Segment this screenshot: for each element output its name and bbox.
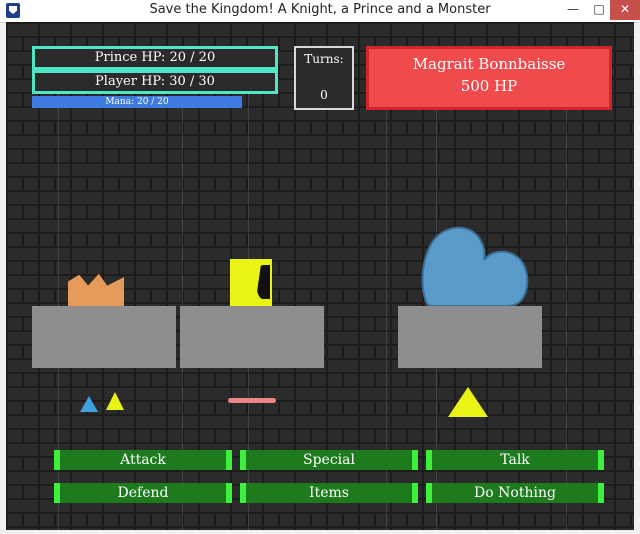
- crown-icon: [68, 273, 124, 306]
- pink-dash-icon: [228, 398, 276, 403]
- turns-value: 0: [320, 88, 328, 102]
- yellow-triangle-icon: [106, 392, 124, 410]
- game-canvas: Prince HP: 20 / 20 Player HP: 30 / 30 Ma…: [6, 22, 634, 530]
- boss-panel: Magrait Bonnbaisse 500 HP: [366, 46, 612, 110]
- monster-pedestal: [398, 306, 542, 368]
- blue-blob-icon: [421, 226, 529, 306]
- prince-pedestal: [32, 306, 176, 368]
- boss-hp: 500 HP: [460, 77, 518, 95]
- window-titlebar: Save the Kingdom! A Knight, a Prince and…: [0, 0, 640, 23]
- special-button[interactable]: Special: [240, 450, 418, 470]
- items-button[interactable]: Items: [240, 483, 418, 503]
- minimize-button[interactable]: —: [560, 0, 586, 20]
- window-title: Save the Kingdom! A Knight, a Prince and…: [149, 2, 491, 17]
- player-hp-display: Player HP: 30 / 30: [32, 70, 278, 94]
- target-triangle-icon: [448, 387, 488, 417]
- turns-counter: Turns: 0: [294, 46, 354, 110]
- maximize-button[interactable]: □: [586, 0, 612, 20]
- blue-triangle-icon: [80, 396, 98, 412]
- talk-button[interactable]: Talk: [426, 450, 604, 470]
- attack-button[interactable]: Attack: [54, 450, 232, 470]
- defend-button[interactable]: Defend: [54, 483, 232, 503]
- turns-label: Turns:: [304, 52, 344, 66]
- close-button[interactable]: ✕: [610, 0, 640, 20]
- prince-hp-display: Prince HP: 20 / 20: [32, 46, 278, 70]
- knight-pedestal: [180, 306, 324, 368]
- boss-name: Magrait Bonnbaisse: [412, 55, 566, 73]
- do-nothing-button[interactable]: Do Nothing: [426, 483, 604, 503]
- mana-bar: Mana: 20 / 20: [32, 96, 242, 108]
